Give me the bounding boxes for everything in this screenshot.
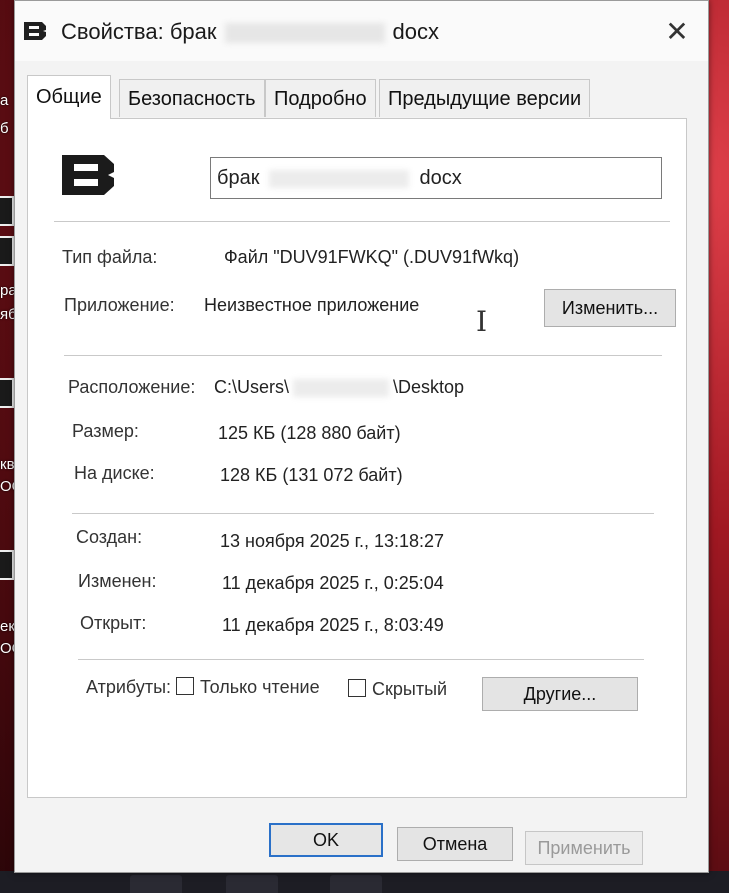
window-title-suffix: docx	[392, 19, 440, 44]
tab-general[interactable]: Общие	[27, 75, 111, 119]
tab-details[interactable]: Подробно	[265, 79, 376, 117]
size-on-disk-label: На диске:	[74, 463, 155, 483]
taskbar-app-icon[interactable]	[330, 875, 382, 893]
title-bar[interactable]: Свойства: брак docx ✕	[15, 1, 708, 61]
file-type-value: Файл "DUV91FWKQ" (.DUV91fWkq)	[224, 247, 520, 267]
location-suffix: \Desktop	[393, 377, 465, 397]
desktop-icon-label: а	[0, 92, 9, 109]
desktop-file-icon[interactable]	[0, 378, 14, 408]
application-label: Приложение:	[64, 295, 175, 315]
file-type-logo-icon	[24, 22, 46, 40]
created-label: Создан:	[76, 527, 143, 547]
desktop-file-icon[interactable]	[0, 550, 14, 580]
hidden-checkbox[interactable]	[348, 679, 366, 697]
separator	[78, 659, 644, 660]
location-prefix: C:\Users\	[214, 377, 290, 397]
redacted-region	[293, 379, 390, 398]
size-label: Размер:	[72, 421, 139, 441]
desktop-icon-label: кви	[0, 456, 14, 473]
taskbar-app-icon[interactable]	[226, 875, 278, 893]
cancel-button[interactable]: Отмена	[397, 827, 513, 861]
close-button[interactable]: ✕	[660, 15, 694, 49]
created-value: 13 ноября 2025 г., 13:18:27	[220, 531, 445, 551]
separator	[54, 221, 670, 222]
ok-button[interactable]: OK	[269, 823, 383, 857]
readonly-checkbox[interactable]	[176, 677, 194, 695]
window-title-prefix: Свойства: брак	[61, 19, 217, 44]
separator	[72, 513, 654, 514]
desktop-file-icon[interactable]	[0, 196, 14, 226]
apply-button[interactable]: Применить	[525, 831, 643, 865]
file-name-prefix: брак	[217, 167, 260, 189]
tab-previous-versions[interactable]: Предыдущие версии	[379, 79, 591, 117]
desktop-icon-label: екви	[0, 618, 14, 635]
advanced-attributes-button[interactable]: Другие...	[482, 677, 638, 711]
text-cursor-icon: I	[476, 305, 488, 338]
desktop-icon-label: б	[0, 120, 9, 137]
modified-value: 11 декабря 2025 г., 0:25:04	[222, 573, 444, 593]
tab-security[interactable]: Безопасность	[119, 79, 265, 117]
modified-label: Изменен:	[78, 571, 157, 591]
accessed-value: 11 декабря 2025 г., 8:03:49	[222, 615, 444, 635]
separator	[64, 355, 662, 356]
location-label: Расположение:	[68, 377, 196, 397]
taskbar	[0, 871, 729, 893]
desktop-icon-label: ООО Н	[0, 640, 14, 657]
window-title: Свойства: брак docx	[61, 19, 439, 45]
desktop-icon-label: ра	[0, 282, 14, 299]
general-tab-panel: брак docx Тип файла: Файл "DUV91FWKQ" (.D…	[27, 118, 687, 798]
redacted-region	[269, 169, 410, 188]
desktop-icon-label: яб	[0, 306, 14, 323]
hidden-checkbox-label[interactable]: Скрытый	[372, 679, 447, 700]
desktop-icon-label: ОО И	[0, 478, 14, 495]
file-type-label: Тип файла:	[62, 247, 158, 267]
readonly-checkbox-label[interactable]: Только чтение	[200, 677, 320, 698]
size-on-disk-value: 128 КБ (131 072 байт)	[220, 465, 403, 485]
location-value: C:\Users\ \Desktop	[214, 377, 464, 398]
redacted-region	[224, 23, 385, 44]
change-app-button[interactable]: Изменить...	[544, 289, 676, 327]
accessed-label: Открыт:	[80, 613, 147, 633]
file-name-suffix: docx	[419, 167, 462, 189]
taskbar-app-icon[interactable]	[130, 875, 182, 893]
file-name-input[interactable]: брак docx	[210, 157, 662, 199]
attributes-label: Атрибуты:	[86, 677, 172, 697]
desktop-file-icon[interactable]	[0, 236, 14, 266]
file-properties-dialog: Свойства: брак docx ✕ Общие Безопасность …	[14, 0, 709, 873]
application-value: Неизвестное приложение	[204, 295, 420, 315]
size-value: 125 КБ (128 880 байт)	[218, 423, 401, 443]
file-type-large-icon	[62, 155, 114, 195]
